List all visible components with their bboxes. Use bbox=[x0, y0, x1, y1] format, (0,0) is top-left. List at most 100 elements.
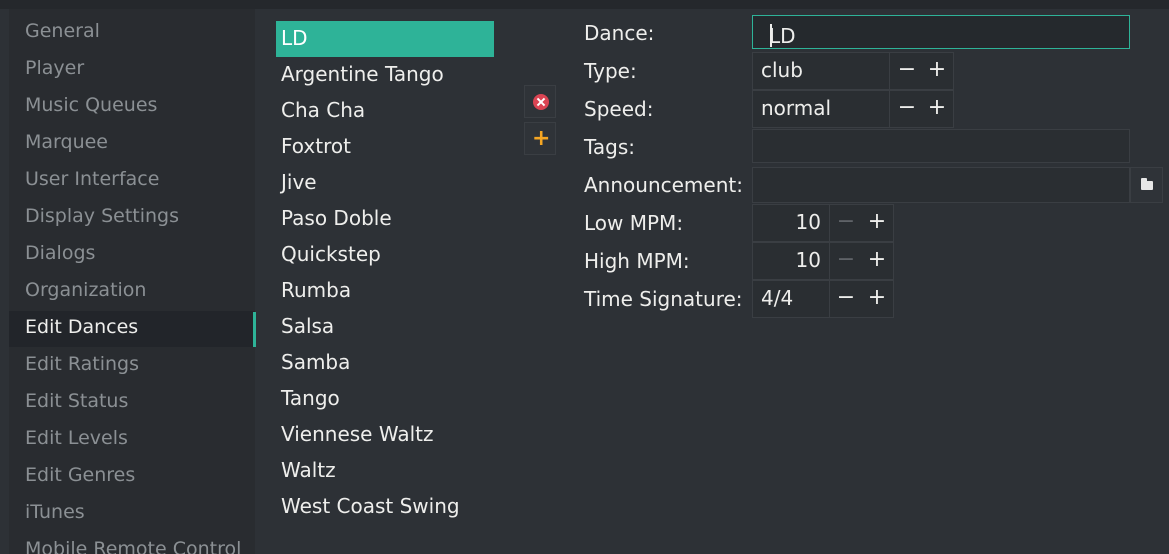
type-selector[interactable]: club − + bbox=[752, 52, 954, 90]
sidebar-item-organization[interactable]: Organization bbox=[9, 274, 255, 310]
dance-list-item-label: Samba bbox=[281, 350, 351, 374]
sidebar-item-label: Mobile Remote Control bbox=[25, 538, 242, 554]
dance-label: Dance: bbox=[584, 21, 655, 45]
dance-list-item[interactable]: Salsa bbox=[276, 309, 494, 345]
dance-list-item[interactable]: LD bbox=[276, 21, 494, 57]
divider bbox=[889, 53, 890, 89]
dance-name-field[interactable]: LD bbox=[752, 15, 1130, 49]
browse-announcement-button[interactable] bbox=[1130, 167, 1163, 203]
sidebar-item-label: Marquee bbox=[25, 131, 108, 153]
sidebar-item-general[interactable]: General bbox=[9, 15, 255, 51]
low-mpm-increment-button[interactable]: + bbox=[866, 208, 888, 236]
speed-decrement-button[interactable]: − bbox=[896, 94, 918, 122]
tags-field[interactable] bbox=[752, 129, 1130, 163]
dance-list-item[interactable]: Waltz bbox=[276, 453, 494, 489]
sidebar-item-label: Edit Genres bbox=[25, 464, 136, 486]
low-mpm-spinbox[interactable]: 10 − + bbox=[752, 204, 894, 242]
announcement-field[interactable] bbox=[752, 167, 1130, 203]
sidebar-item-label: Edit Status bbox=[25, 390, 129, 412]
sidebar-item-label: Player bbox=[25, 57, 85, 79]
divider bbox=[889, 91, 890, 127]
dance-list: LD Argentine Tango Cha Cha Foxtrot Jive … bbox=[274, 18, 496, 548]
sidebar-item-label: General bbox=[25, 20, 100, 42]
type-label: Type: bbox=[584, 59, 637, 83]
dance-list-item[interactable]: Rumba bbox=[276, 273, 494, 309]
sidebar-item-edit-levels[interactable]: Edit Levels bbox=[9, 422, 255, 458]
top-bar bbox=[0, 0, 1169, 9]
divider bbox=[829, 281, 830, 317]
sidebar-item-edit-genres[interactable]: Edit Genres bbox=[9, 459, 255, 495]
time-signature-increment-button[interactable]: + bbox=[866, 284, 888, 312]
sidebar-item-label: Organization bbox=[25, 279, 147, 301]
tags-label: Tags: bbox=[584, 135, 636, 159]
sidebar-item-display-settings[interactable]: Display Settings bbox=[9, 200, 255, 236]
sidebar-item-marquee[interactable]: Marquee bbox=[9, 126, 255, 162]
remove-icon bbox=[533, 94, 549, 110]
time-signature-decrement-button[interactable]: − bbox=[835, 284, 857, 312]
sidebar-item-edit-status[interactable]: Edit Status bbox=[9, 385, 255, 421]
type-value: club bbox=[761, 58, 803, 82]
sidebar-item-music-queues[interactable]: Music Queues bbox=[9, 89, 255, 125]
sidebar-selection-indicator bbox=[253, 312, 256, 347]
dance-list-item[interactable]: Paso Doble bbox=[276, 201, 494, 237]
sidebar-item-edit-dances[interactable]: Edit Dances bbox=[9, 311, 255, 347]
sidebar-item-label: Edit Levels bbox=[25, 427, 128, 449]
high-mpm-label: High MPM: bbox=[584, 249, 690, 273]
dance-name-value: LD bbox=[769, 24, 796, 48]
dance-list-item-label: Tango bbox=[281, 386, 340, 410]
type-increment-button[interactable]: + bbox=[926, 56, 948, 84]
remove-dance-button[interactable] bbox=[524, 85, 556, 118]
dance-list-item-label: Salsa bbox=[281, 314, 335, 338]
dance-list-item[interactable]: West Coast Swing bbox=[276, 489, 494, 525]
dance-list-item[interactable]: Foxtrot bbox=[276, 129, 494, 165]
plus-icon: + bbox=[532, 126, 551, 151]
time-signature-label: Time Signature: bbox=[584, 287, 743, 311]
dance-list-item[interactable]: Viennese Waltz bbox=[276, 417, 494, 453]
dance-list-item[interactable]: Argentine Tango bbox=[276, 57, 494, 93]
dance-list-item[interactable]: Cha Cha bbox=[276, 93, 494, 129]
dance-list-item[interactable]: Quickstep bbox=[276, 237, 494, 273]
sidebar-item-player[interactable]: Player bbox=[9, 52, 255, 88]
sidebar-item-mobile-remote-control[interactable]: Mobile Remote Control bbox=[9, 533, 255, 554]
high-mpm-spinbox[interactable]: 10 − + bbox=[752, 242, 894, 280]
high-mpm-decrement-button[interactable]: − bbox=[835, 246, 857, 274]
dance-list-item-label: Viennese Waltz bbox=[281, 422, 434, 446]
divider bbox=[829, 243, 830, 279]
low-mpm-decrement-button[interactable]: − bbox=[835, 208, 857, 236]
dance-list-item-label: Waltz bbox=[281, 458, 336, 482]
high-mpm-value: 10 bbox=[795, 248, 821, 272]
time-signature-selector[interactable]: 4/4 − + bbox=[752, 280, 894, 318]
dance-list-item-label: Quickstep bbox=[281, 242, 381, 266]
dance-list-item-label: Foxtrot bbox=[281, 134, 351, 158]
speed-label: Speed: bbox=[584, 97, 654, 121]
high-mpm-increment-button[interactable]: + bbox=[866, 246, 888, 274]
sidebar-item-dialogs[interactable]: Dialogs bbox=[9, 237, 255, 273]
time-signature-value: 4/4 bbox=[761, 286, 794, 310]
dance-list-item[interactable]: Jive bbox=[276, 165, 494, 201]
type-decrement-button[interactable]: − bbox=[896, 56, 918, 84]
announcement-label: Announcement: bbox=[584, 173, 743, 197]
sidebar-item-itunes[interactable]: iTunes bbox=[9, 496, 255, 532]
sidebar-item-user-interface[interactable]: User Interface bbox=[9, 163, 255, 199]
divider bbox=[829, 205, 830, 241]
sidebar-item-label: User Interface bbox=[25, 168, 160, 190]
dance-list-item-label: Paso Doble bbox=[281, 206, 392, 230]
dance-list-item[interactable]: Samba bbox=[276, 345, 494, 381]
add-dance-button[interactable]: + bbox=[524, 122, 556, 155]
sidebar-item-edit-ratings[interactable]: Edit Ratings bbox=[9, 348, 255, 384]
dance-list-item-label: Rumba bbox=[281, 278, 352, 302]
text-caret bbox=[770, 24, 772, 47]
dance-list-item[interactable]: Tango bbox=[276, 381, 494, 417]
sidebar-item-label: Edit Dances bbox=[25, 316, 139, 338]
dance-list-item-label: Cha Cha bbox=[281, 98, 366, 122]
folder-icon bbox=[1141, 178, 1153, 190]
dance-list-item-label: Argentine Tango bbox=[281, 62, 444, 86]
sidebar-item-label: Music Queues bbox=[25, 94, 158, 116]
dance-list-item-label: LD bbox=[281, 26, 308, 50]
sidebar-item-label: Display Settings bbox=[25, 205, 180, 227]
speed-selector[interactable]: normal − + bbox=[752, 90, 954, 128]
low-mpm-label: Low MPM: bbox=[584, 211, 684, 235]
dance-list-item-label: West Coast Swing bbox=[281, 494, 460, 518]
sidebar-item-label: Edit Ratings bbox=[25, 353, 139, 375]
speed-increment-button[interactable]: + bbox=[926, 94, 948, 122]
